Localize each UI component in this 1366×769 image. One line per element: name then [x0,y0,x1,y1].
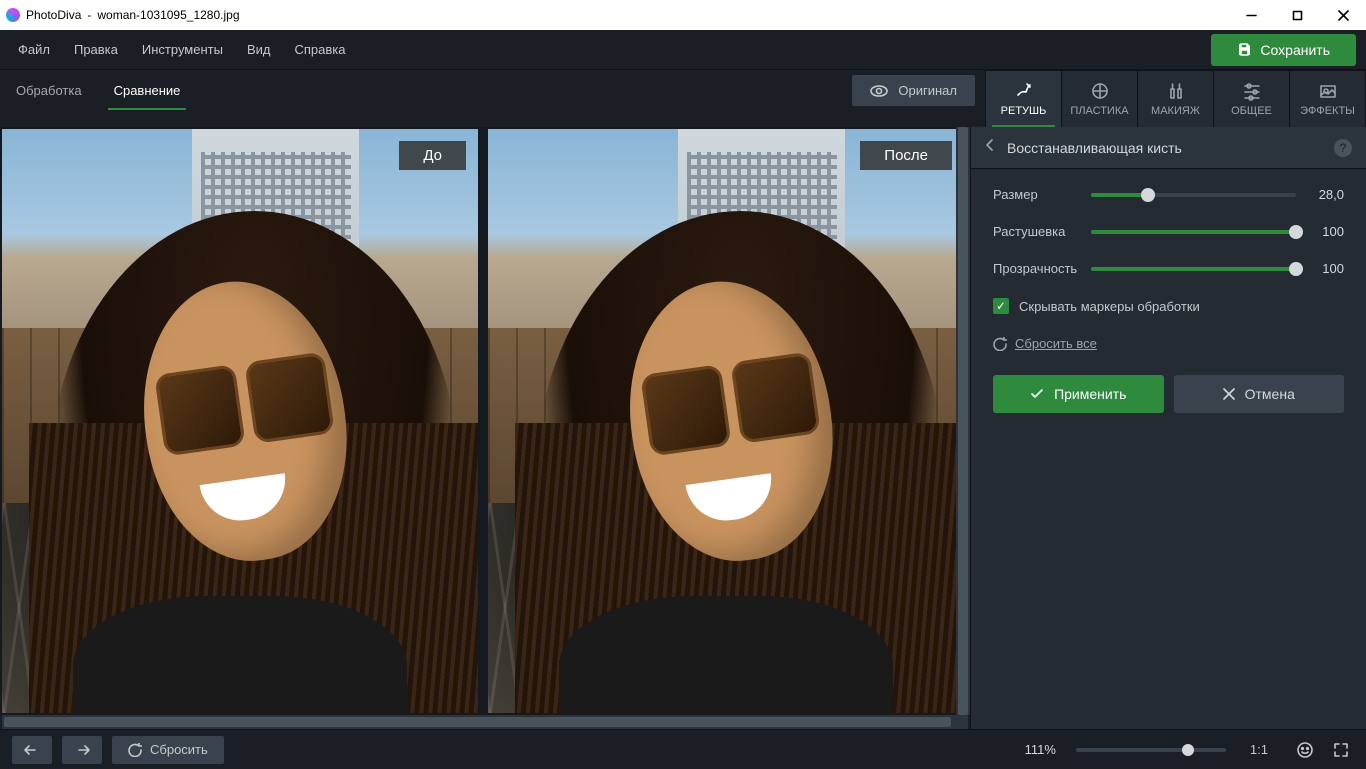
eye-icon [870,85,888,97]
original-label: Оригинал [898,83,957,98]
tooltab-retouch[interactable]: РЕТУШЬ [986,71,1062,127]
apply-button[interactable]: Применить [993,375,1164,413]
canvas-compare-area[interactable]: До После [0,127,970,715]
menu-view[interactable]: Вид [235,32,283,67]
zoom-ratio-button[interactable]: 1:1 [1250,742,1268,757]
tooltab-retouch-label: РЕТУШЬ [1001,105,1047,117]
slider-feather-track[interactable] [1091,230,1296,234]
app-logo-icon [6,8,20,22]
slider-feather: Растушевка 100 [993,224,1344,239]
title-app: PhotoDiva [26,8,81,22]
zoom-value: 111% [1025,742,1056,757]
menu-edit[interactable]: Правка [62,32,130,67]
reset-all-link[interactable]: Сбросить все [993,336,1344,351]
reset-all-label: Сбросить все [1015,336,1097,351]
original-toggle-button[interactable]: Оригинал [852,75,975,106]
bottombar: Сбросить 111% 1:1 [0,729,1366,769]
image-after-pane[interactable]: После [488,129,964,713]
slider-opacity-track[interactable] [1091,267,1296,271]
tooltab-plastic[interactable]: ПЛАСТИКА [1062,71,1138,127]
slider-opacity: Прозрачность 100 [993,261,1344,276]
image-before-pane[interactable]: До [2,129,478,713]
apply-label: Применить [1054,386,1126,402]
checkbox-hide-markers-row: ✓ Скрывать маркеры обработки [993,298,1344,314]
reset-button[interactable]: Сбросить [112,736,224,764]
undo-button[interactable] [12,736,52,764]
retouch-icon [1014,81,1034,101]
close-button[interactable] [1320,0,1366,30]
tooltab-effects-label: ЭФФЕКТЫ [1300,105,1355,117]
window-titlebar: PhotoDiva - woman-1031095_1280.jpg [0,0,1366,30]
title-sep: - [87,8,91,22]
slider-size: Размер 28,0 [993,187,1344,202]
slider-size-label: Размер [993,187,1079,202]
makeup-icon [1166,81,1186,101]
tooltab-makeup[interactable]: МАКИЯЖ [1138,71,1214,127]
slider-size-track[interactable] [1091,193,1296,197]
title-file: woman-1031095_1280.jpg [97,8,239,22]
maximize-button[interactable] [1274,0,1320,30]
slider-opacity-label: Прозрачность [993,261,1079,276]
menu-file[interactable]: Файл [6,32,62,67]
face-icon [1296,741,1314,759]
reset-label: Сбросить [150,742,208,757]
check-icon [1030,388,1044,400]
redo-button[interactable] [62,736,102,764]
tooltab-effects[interactable]: ЭФФЕКТЫ [1290,71,1366,127]
redo-icon [73,744,91,756]
cancel-button[interactable]: Отмена [1174,375,1345,413]
fullscreen-button[interactable] [1328,737,1354,763]
before-label: До [399,141,466,170]
fit-face-button[interactable] [1292,737,1318,763]
tooltab-general-label: ОБЩЕЕ [1231,105,1272,117]
plastic-icon [1090,81,1110,101]
menu-help[interactable]: Справка [282,32,357,67]
reset-icon [993,337,1007,351]
checkbox-hide-markers[interactable]: ✓ [993,298,1009,314]
panel-back-button[interactable] [985,138,995,157]
slider-size-value: 28,0 [1308,187,1344,202]
slider-feather-label: Растушевка [993,224,1079,239]
tab-compare[interactable]: Сравнение [98,70,197,110]
reset-icon [128,743,142,757]
menubar: Файл Правка Инструменты Вид Справка Сохр… [0,30,1366,70]
minimize-button[interactable] [1228,0,1274,30]
sliders-icon [1242,81,1262,101]
tab-processing[interactable]: Обработка [0,70,98,110]
effects-icon [1318,81,1338,101]
zoom-slider[interactable] [1076,748,1226,752]
save-icon [1237,42,1252,57]
undo-icon [23,744,41,756]
help-icon[interactable]: ? [1334,139,1352,157]
panel-header: Восстанавливающая кисть ? [971,127,1366,169]
horizontal-scrollbar[interactable] [2,715,968,729]
save-button[interactable]: Сохранить [1211,34,1356,66]
cancel-label: Отмена [1245,386,1295,402]
panel-title: Восстанавливающая кисть [1007,140,1322,156]
slider-feather-value: 100 [1308,224,1344,239]
menu-tools[interactable]: Инструменты [130,32,235,67]
tooltab-makeup-label: МАКИЯЖ [1151,105,1200,117]
tooltab-plastic-label: ПЛАСТИКА [1070,105,1128,117]
checkbox-hide-markers-label: Скрывать маркеры обработки [1019,299,1200,314]
after-label: После [860,141,952,170]
expand-icon [1333,742,1349,758]
close-icon [1223,388,1235,400]
vertical-scrollbar[interactable] [956,127,970,715]
save-label: Сохранить [1260,42,1330,58]
slider-opacity-value: 100 [1308,261,1344,276]
tooltab-general[interactable]: ОБЩЕЕ [1214,71,1290,127]
